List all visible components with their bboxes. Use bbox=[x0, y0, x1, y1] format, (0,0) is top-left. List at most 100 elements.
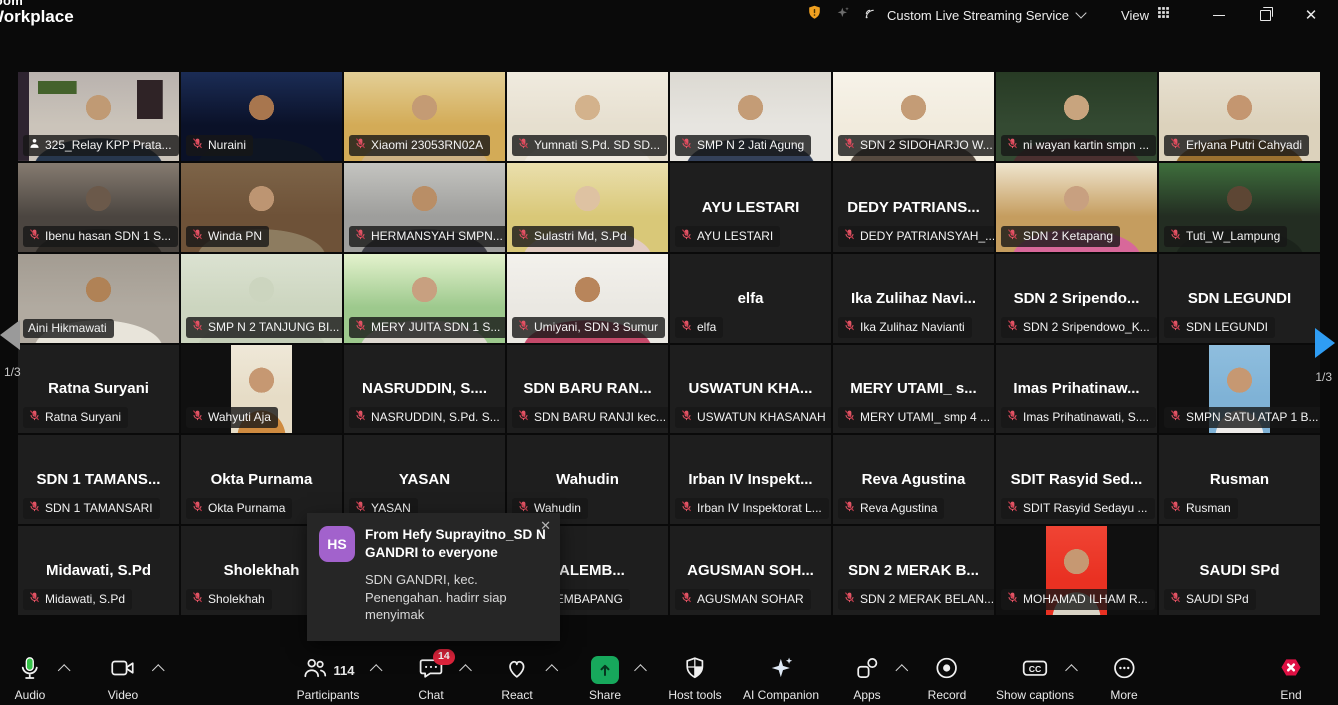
participant-label-text: SDN 1 TAMANSARI bbox=[45, 501, 153, 515]
participant-tile[interactable]: DEDY PATRIANS...DEDY PATRIANSYAH_... bbox=[833, 163, 994, 252]
participant-tile[interactable]: Ratna SuryaniRatna Suryani bbox=[18, 345, 179, 434]
participant-tile[interactable]: Ibenu hasan SDN 1 S... bbox=[18, 163, 179, 252]
participant-tile[interactable]: elfaelfa bbox=[670, 254, 831, 343]
participant-tile[interactable]: Aini Hikmawati bbox=[18, 254, 179, 343]
participant-tile[interactable]: Irban IV Inspekt...Irban IV Inspektorat … bbox=[670, 435, 831, 524]
participant-label-text: Erlyana Putri Cahyadi bbox=[1186, 138, 1302, 152]
record-button[interactable]: Record bbox=[928, 655, 967, 702]
participant-tile[interactable]: Tuti_W_Lampung bbox=[1159, 163, 1320, 252]
participant-tile[interactable]: SMPN SATU ATAP 1 B... bbox=[1159, 345, 1320, 434]
view-grid-icon[interactable] bbox=[1157, 6, 1170, 24]
participant-tile[interactable]: AYU LESTARIAYU LESTARI bbox=[670, 163, 831, 252]
video-button[interactable]: Video bbox=[108, 655, 138, 702]
chevron-up-icon[interactable] bbox=[1065, 664, 1078, 677]
close-button[interactable]: ✕ bbox=[1298, 2, 1324, 28]
chat-label: Chat bbox=[418, 688, 443, 702]
participant-tile[interactable]: SDIT Rasyid Sed...SDIT Rasyid Sedayu ... bbox=[996, 435, 1157, 524]
participant-tile[interactable]: MERY UTAMI_ s...MERY UTAMI_ smp 4 ... bbox=[833, 345, 994, 434]
chevron-up-icon[interactable] bbox=[370, 664, 383, 677]
security-shield-icon[interactable] bbox=[806, 4, 823, 26]
chevron-up-icon[interactable] bbox=[634, 664, 647, 677]
participant-name-label: Erlyana Putri Cahyadi bbox=[1164, 135, 1309, 156]
apps-icon bbox=[854, 655, 880, 686]
chat-popup-message: SDN GANDRI, kec. Penengahan. hadirr siap… bbox=[365, 571, 537, 624]
participant-tile[interactable]: SDN LEGUNDISDN LEGUNDI bbox=[1159, 254, 1320, 343]
participant-tile[interactable]: SDN BARU RAN...SDN BARU RANJI kec... bbox=[507, 345, 668, 434]
participant-tile[interactable]: SDN 2 Ketapang bbox=[996, 163, 1157, 252]
restore-button[interactable] bbox=[1252, 2, 1278, 28]
view-button[interactable]: View bbox=[1121, 8, 1149, 23]
audio-button[interactable]: Audio bbox=[15, 655, 46, 702]
chevron-up-icon[interactable] bbox=[459, 664, 472, 677]
chevron-up-icon[interactable] bbox=[58, 664, 71, 677]
participant-tile[interactable]: Okta PurnamaOkta Purnama bbox=[181, 435, 342, 524]
participant-tile[interactable]: Imas Prihatinaw...Imas Prihatinawati, S.… bbox=[996, 345, 1157, 434]
participant-tile[interactable]: MOHAMAD ILHAM R... bbox=[996, 526, 1157, 615]
participant-name-label: Ibenu hasan SDN 1 S... bbox=[23, 226, 178, 247]
participant-tile[interactable]: SDN 2 Sripendo...SDN 2 Sripendowo_K... bbox=[996, 254, 1157, 343]
participant-tile[interactable]: Midawati, S.PdMidawati, S.Pd bbox=[18, 526, 179, 615]
next-page-arrow[interactable] bbox=[1315, 328, 1335, 358]
participant-tile[interactable]: USWATUN KHA...USWATUN KHASANAH bbox=[670, 345, 831, 434]
participant-tile[interactable]: SMP N 2 TANJUNG BI... bbox=[181, 254, 342, 343]
participant-tile[interactable]: SMP N 2 Jati Agung bbox=[670, 72, 831, 161]
end-button[interactable]: End bbox=[1276, 655, 1306, 702]
participant-tile[interactable]: YASANYASAN bbox=[344, 435, 505, 524]
participants-button[interactable]: 114Participants bbox=[297, 655, 360, 702]
participant-tile[interactable]: SDN 2 MERAK B...SDN 2 MERAK BELAN... bbox=[833, 526, 994, 615]
participant-tile[interactable]: Wahyuti Aja bbox=[181, 345, 342, 434]
participant-tile[interactable]: NASRUDDIN, S....NASRUDDIN, S.Pd. S... bbox=[344, 345, 505, 434]
ai-button[interactable]: AI Companion bbox=[743, 655, 819, 702]
minimize-button[interactable] bbox=[1206, 2, 1232, 28]
streaming-service-label[interactable]: Custom Live Streaming Service bbox=[887, 8, 1069, 23]
chat-notification-popup[interactable]: ✕ HS From Hefy Suprayitno_SD N GANDRI to… bbox=[307, 513, 560, 641]
apps-button[interactable]: Apps bbox=[853, 655, 880, 702]
participant-tile[interactable]: ni wayan kartin smpn ... bbox=[996, 72, 1157, 161]
share-button[interactable]: Share bbox=[589, 655, 621, 702]
participant-tile[interactable]: Nuraini bbox=[181, 72, 342, 161]
participant-tile[interactable]: Ika Zulihaz Navi...Ika Zulihaz Navianti bbox=[833, 254, 994, 343]
react-button[interactable]: React bbox=[501, 655, 532, 702]
participant-tile[interactable]: Xiaomi 23053RN02A bbox=[344, 72, 505, 161]
participant-label-text: HERMANSYAH SMPN... bbox=[371, 229, 503, 243]
close-icon[interactable]: ✕ bbox=[540, 518, 551, 534]
participant-tile[interactable]: HERMANSYAH SMPN... bbox=[344, 163, 505, 252]
captions-button[interactable]: CCShow captions bbox=[996, 655, 1074, 702]
chevron-down-icon[interactable] bbox=[1075, 7, 1086, 18]
participant-tile[interactable]: Winda PN bbox=[181, 163, 342, 252]
participant-tile[interactable]: SDN 2 SIDOHARJO W... bbox=[833, 72, 994, 161]
page-indicator-left: 1/3 bbox=[4, 365, 21, 379]
ai-sparkle-icon[interactable] bbox=[835, 5, 851, 26]
participant-tile[interactable]: Sulastri Md, S.Pd bbox=[507, 163, 668, 252]
participant-tile[interactable]: Reva AgustinaReva Agustina bbox=[833, 435, 994, 524]
react-label: React bbox=[501, 688, 532, 702]
participant-tile[interactable]: RusmanRusman bbox=[1159, 435, 1320, 524]
more-button[interactable]: More bbox=[1110, 655, 1137, 702]
participant-tile[interactable]: Umiyani, SDN 3 Sumur bbox=[507, 254, 668, 343]
muted-mic-icon bbox=[680, 319, 693, 335]
participant-tile[interactable]: SAUDI SPdSAUDI SPd bbox=[1159, 526, 1320, 615]
previous-page-arrow[interactable] bbox=[0, 320, 20, 350]
participant-name-label: Wahyuti Aja bbox=[186, 407, 278, 428]
participant-tile[interactable]: AGUSMAN SOH...AGUSMAN SOHAR bbox=[670, 526, 831, 615]
participant-tile[interactable]: Erlyana Putri Cahyadi bbox=[1159, 72, 1320, 161]
participant-label-text: AGUSMAN SOHAR bbox=[697, 592, 804, 606]
participant-label-text: Tuti_W_Lampung bbox=[1186, 229, 1280, 243]
host-button[interactable]: Host tools bbox=[668, 655, 721, 702]
participant-name-label: Sulastri Md, S.Pd bbox=[512, 226, 634, 247]
participant-tile[interactable]: MERY JUITA SDN 1 S... bbox=[344, 254, 505, 343]
chat-button[interactable]: 14Chat bbox=[418, 655, 444, 702]
chevron-up-icon[interactable] bbox=[895, 664, 908, 677]
captions-icon: CC bbox=[1020, 655, 1050, 686]
participant-tile[interactable]: WahudinWahudin bbox=[507, 435, 668, 524]
participant-tile[interactable]: Yumnati S.Pd. SD SD... bbox=[507, 72, 668, 161]
participant-tile[interactable]: 325_Relay KPP Prata... bbox=[18, 72, 179, 161]
share-label: Share bbox=[589, 688, 621, 702]
participant-tile[interactable]: SDN 1 TAMANS...SDN 1 TAMANSARI bbox=[18, 435, 179, 524]
participant-label-text: NASRUDDIN, S.Pd. S... bbox=[371, 410, 500, 424]
chevron-up-icon[interactable] bbox=[546, 664, 559, 677]
muted-mic-icon bbox=[354, 409, 367, 425]
participant-name-label: SDN BARU RANJI kec... bbox=[512, 407, 668, 428]
meeting-toolbar: Audio Video 114Participants 14Chat React Shar… bbox=[0, 648, 1338, 705]
chevron-up-icon[interactable] bbox=[152, 664, 165, 677]
